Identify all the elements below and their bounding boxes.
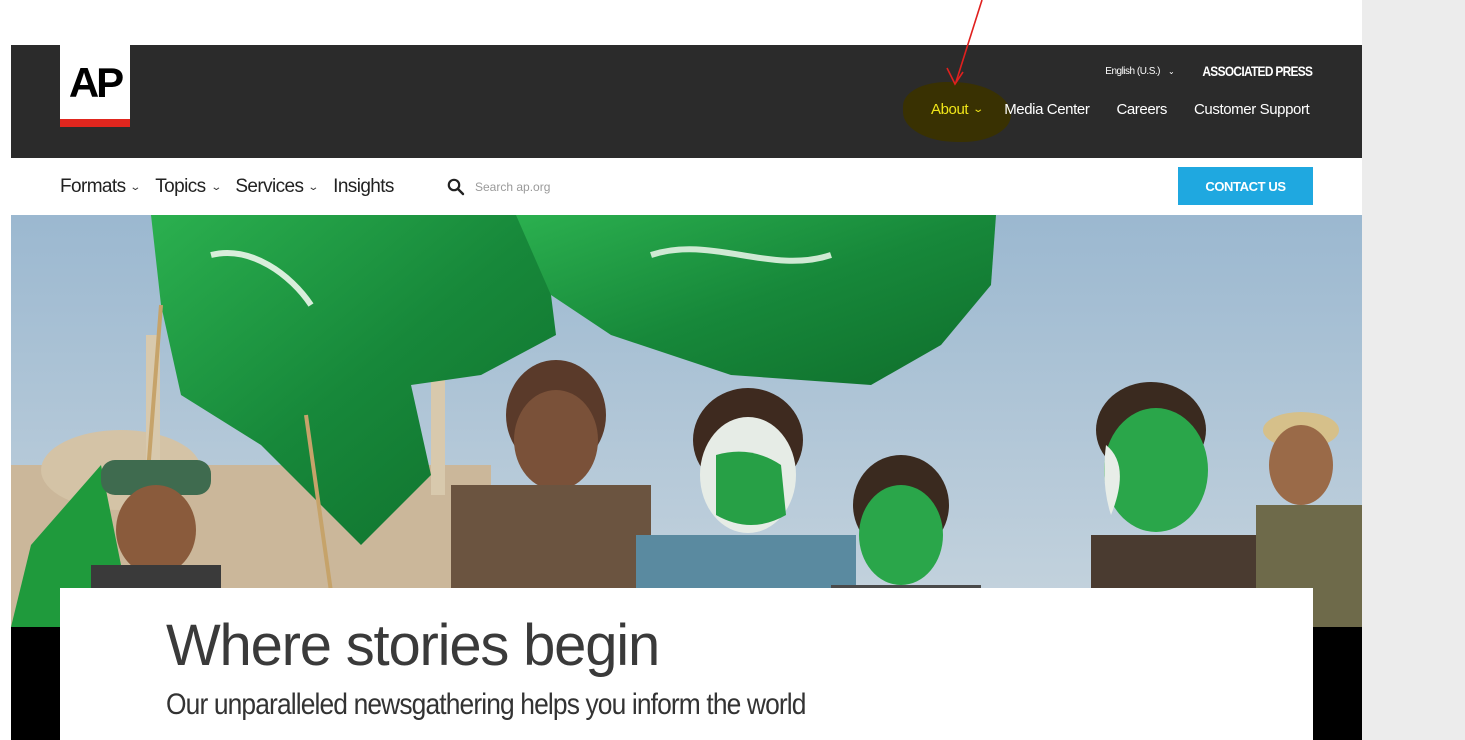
search-icon[interactable] xyxy=(447,178,465,196)
chevron-down-icon: ⌄ xyxy=(307,181,320,193)
nav-item-about[interactable]: About ⌄ xyxy=(931,100,985,118)
ap-logo[interactable]: AP xyxy=(60,45,130,127)
logo-text: AP xyxy=(68,59,124,106)
nav-item-about-label: About xyxy=(931,100,969,118)
red-arrow-icon xyxy=(946,0,983,86)
nav-item-careers[interactable]: Careers xyxy=(1116,101,1167,118)
nav-item-formats[interactable]: Formats ⌄ xyxy=(60,176,142,198)
utility-nav: About ⌄ Media Center Careers Customer Su… xyxy=(931,99,1336,119)
nav-item-formats-label: Formats xyxy=(60,176,126,197)
chevron-down-icon[interactable]: ⌄ xyxy=(1168,67,1175,76)
contact-us-button[interactable]: CONTACT US xyxy=(1178,167,1313,205)
nav-item-topics[interactable]: Topics ⌄ xyxy=(155,176,222,198)
chevron-down-icon: ⌄ xyxy=(129,181,142,193)
logo-red-bar xyxy=(60,119,130,127)
hero-subtitle: Our unparalleled newsgathering helps you… xyxy=(166,688,806,721)
chevron-down-icon: ⌄ xyxy=(972,103,985,115)
nav-item-insights-label: Insights xyxy=(333,176,394,197)
page-right-margin xyxy=(1362,0,1465,740)
language-selector[interactable]: English (U.S.) xyxy=(1105,66,1160,77)
search-box xyxy=(447,176,635,198)
main-nav: Formats ⌄ Topics ⌄ Services ⌄ Insights xyxy=(60,174,410,200)
hero-title: Where stories begin xyxy=(166,613,660,678)
chevron-down-icon: ⌄ xyxy=(209,181,222,193)
nav-item-services[interactable]: Services ⌄ xyxy=(235,176,320,198)
hero-photo xyxy=(11,215,1362,627)
nav-item-topics-label: Topics xyxy=(155,176,206,197)
nav-item-customer-support[interactable]: Customer Support xyxy=(1194,101,1310,118)
nav-item-services-label: Services xyxy=(235,176,304,197)
brand-name[interactable]: ASSOCIATED PRESS xyxy=(1202,63,1313,79)
search-input[interactable] xyxy=(475,180,635,194)
nav-item-insights[interactable]: Insights xyxy=(333,176,394,198)
header-top-row: English (U.S.) ⌄ ASSOCIATED PRESS xyxy=(1105,63,1312,79)
nav-item-media-center[interactable]: Media Center xyxy=(1004,101,1090,118)
